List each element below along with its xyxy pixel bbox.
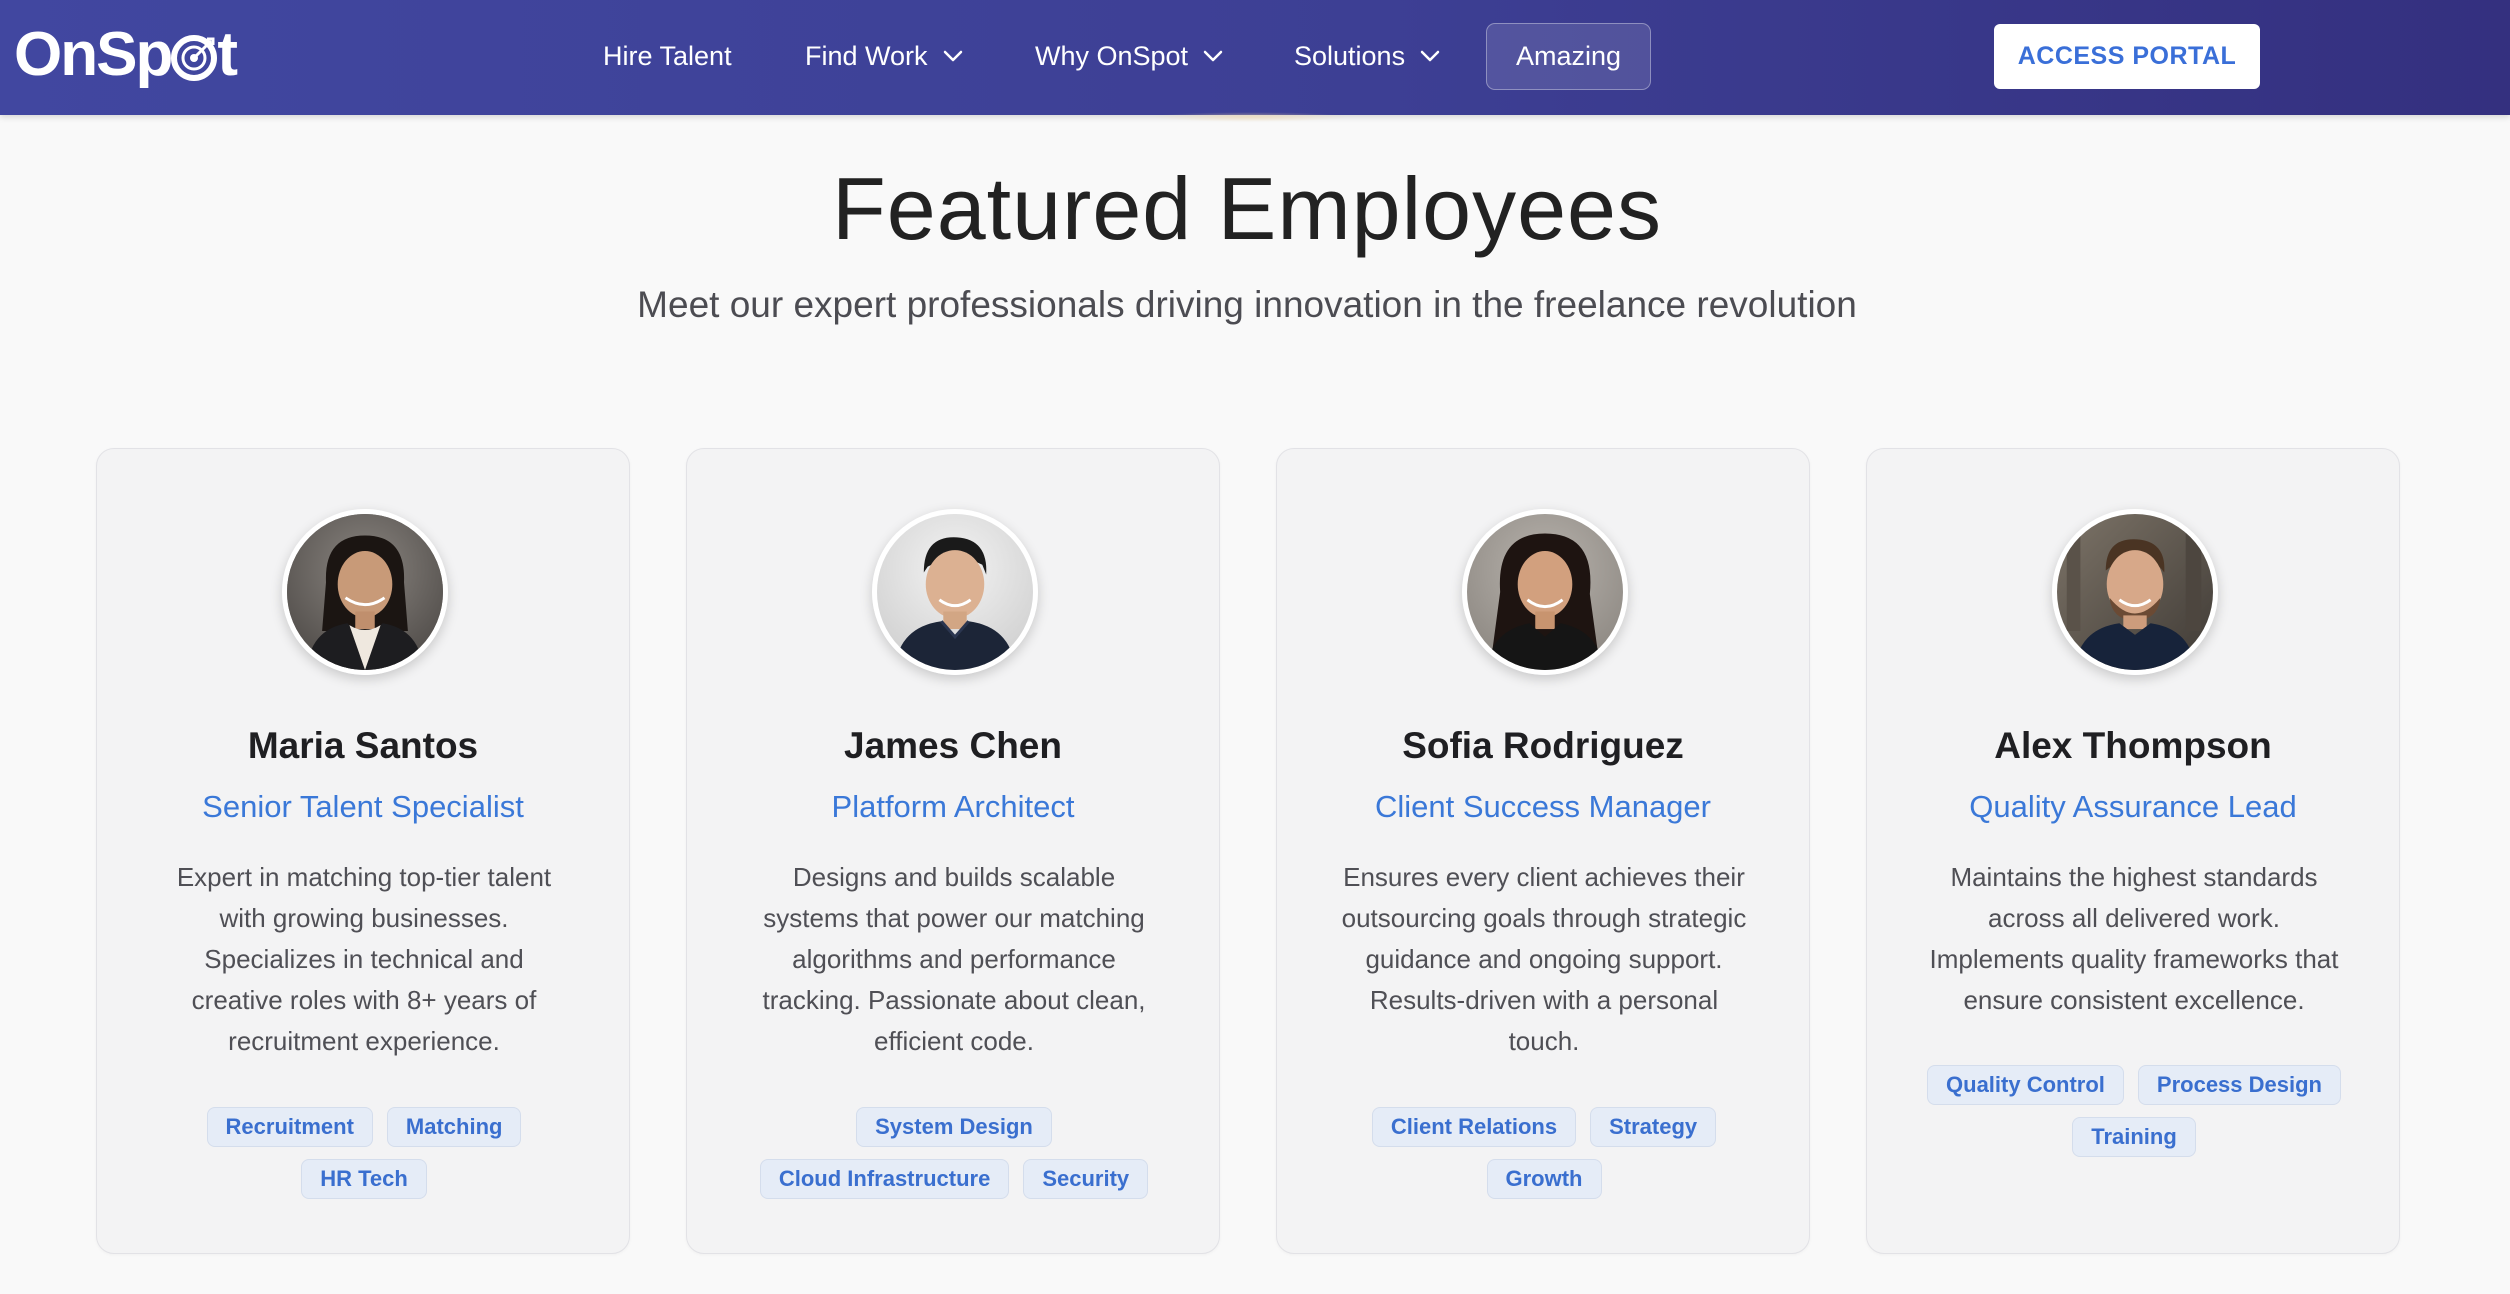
tag-list: Client Relations Strategy Growth [1317,1107,1771,1199]
nav-why-onspot[interactable]: Why OnSpot [1035,22,1224,90]
nav-amazing-button[interactable]: Amazing [1486,23,1651,90]
nav-label: Why OnSpot [1035,40,1189,71]
avatar [282,509,448,675]
nav-label: Solutions [1294,40,1406,71]
nav-glow-decoration [1150,112,1350,122]
nav-find-work[interactable]: Find Work [805,22,964,90]
employee-role: Client Success Manager [1375,789,1711,824]
employee-bio: Maintains the highest standards across a… [1929,862,2339,1015]
employee-card[interactable]: Sofia Rodriguez Client Success Manager E… [1276,448,1810,1254]
chevron-down-icon [1420,50,1440,62]
tag-list: Recruitment Matching HR Tech [137,1107,591,1199]
access-portal-button[interactable]: ACCESS PORTAL [1994,24,2260,89]
nav-label: Find Work [805,40,928,71]
skill-tag[interactable]: Strategy [1590,1107,1717,1147]
page-subtitle: Meet our expert professionals driving in… [637,284,1857,325]
employee-card[interactable]: James Chen Platform Architect Designs an… [686,448,1220,1254]
skill-tag[interactable]: Training [2072,1117,2196,1157]
target-icon [171,35,218,81]
nav-hire-talent[interactable]: Hire Talent [603,22,732,90]
employee-role: Quality Assurance Lead [1969,789,2297,824]
skill-tag[interactable]: Matching [386,1107,522,1147]
avatar [1462,509,1628,675]
chevron-down-icon [943,50,962,62]
skill-tag[interactable]: Recruitment [206,1107,373,1147]
tag-list: Quality Control Process Design Training [1907,1065,2361,1157]
tag-list: System Design Cloud Infrastructure Secur… [727,1107,1181,1199]
skill-tag[interactable]: Growth [1486,1159,1602,1199]
chevron-down-icon [1203,50,1223,62]
employee-name: Sofia Rodriguez [1402,725,1684,766]
avatar [2052,509,2218,675]
employee-bio: Ensures every client achieves their outs… [1341,862,1747,1056]
skill-tag[interactable]: HR Tech [301,1159,427,1199]
page-title: Featured Employees [832,159,1662,258]
skill-tag[interactable]: Security [1023,1159,1149,1199]
avatar [872,509,1038,675]
logo-text-right: t [217,19,238,89]
skill-tag[interactable]: Process Design [2137,1065,2341,1105]
skill-tag[interactable]: Quality Control [1927,1065,2124,1105]
nav-label: Hire Talent [603,40,732,71]
onspot-logo[interactable]: OnSp t [14,18,238,90]
employee-bio: Expert in matching top-tier talent with … [176,862,552,1056]
employee-bio: Designs and builds scalable systems that… [762,862,1146,1056]
employee-role: Platform Architect [831,789,1075,824]
employee-name: Alex Thompson [1994,725,2272,766]
logo-text-left: OnSp [14,19,173,89]
employee-name: Maria Santos [247,725,479,766]
nav-solutions[interactable]: Solutions [1294,22,1441,90]
skill-tag[interactable]: Client Relations [1371,1107,1577,1147]
skill-tag[interactable]: System Design [856,1107,1052,1147]
employee-card[interactable]: Alex Thompson Quality Assurance Lead Mai… [1866,448,2400,1254]
top-navbar: OnSp t Hire Talent Find Work Why OnSpot … [0,0,2510,115]
employee-card[interactable]: Maria Santos Senior Talent Specialist Ex… [96,448,630,1254]
employee-name: James Chen [844,725,1062,766]
skill-tag[interactable]: Cloud Infrastructure [759,1159,1010,1199]
employee-role: Senior Talent Specialist [202,789,524,824]
